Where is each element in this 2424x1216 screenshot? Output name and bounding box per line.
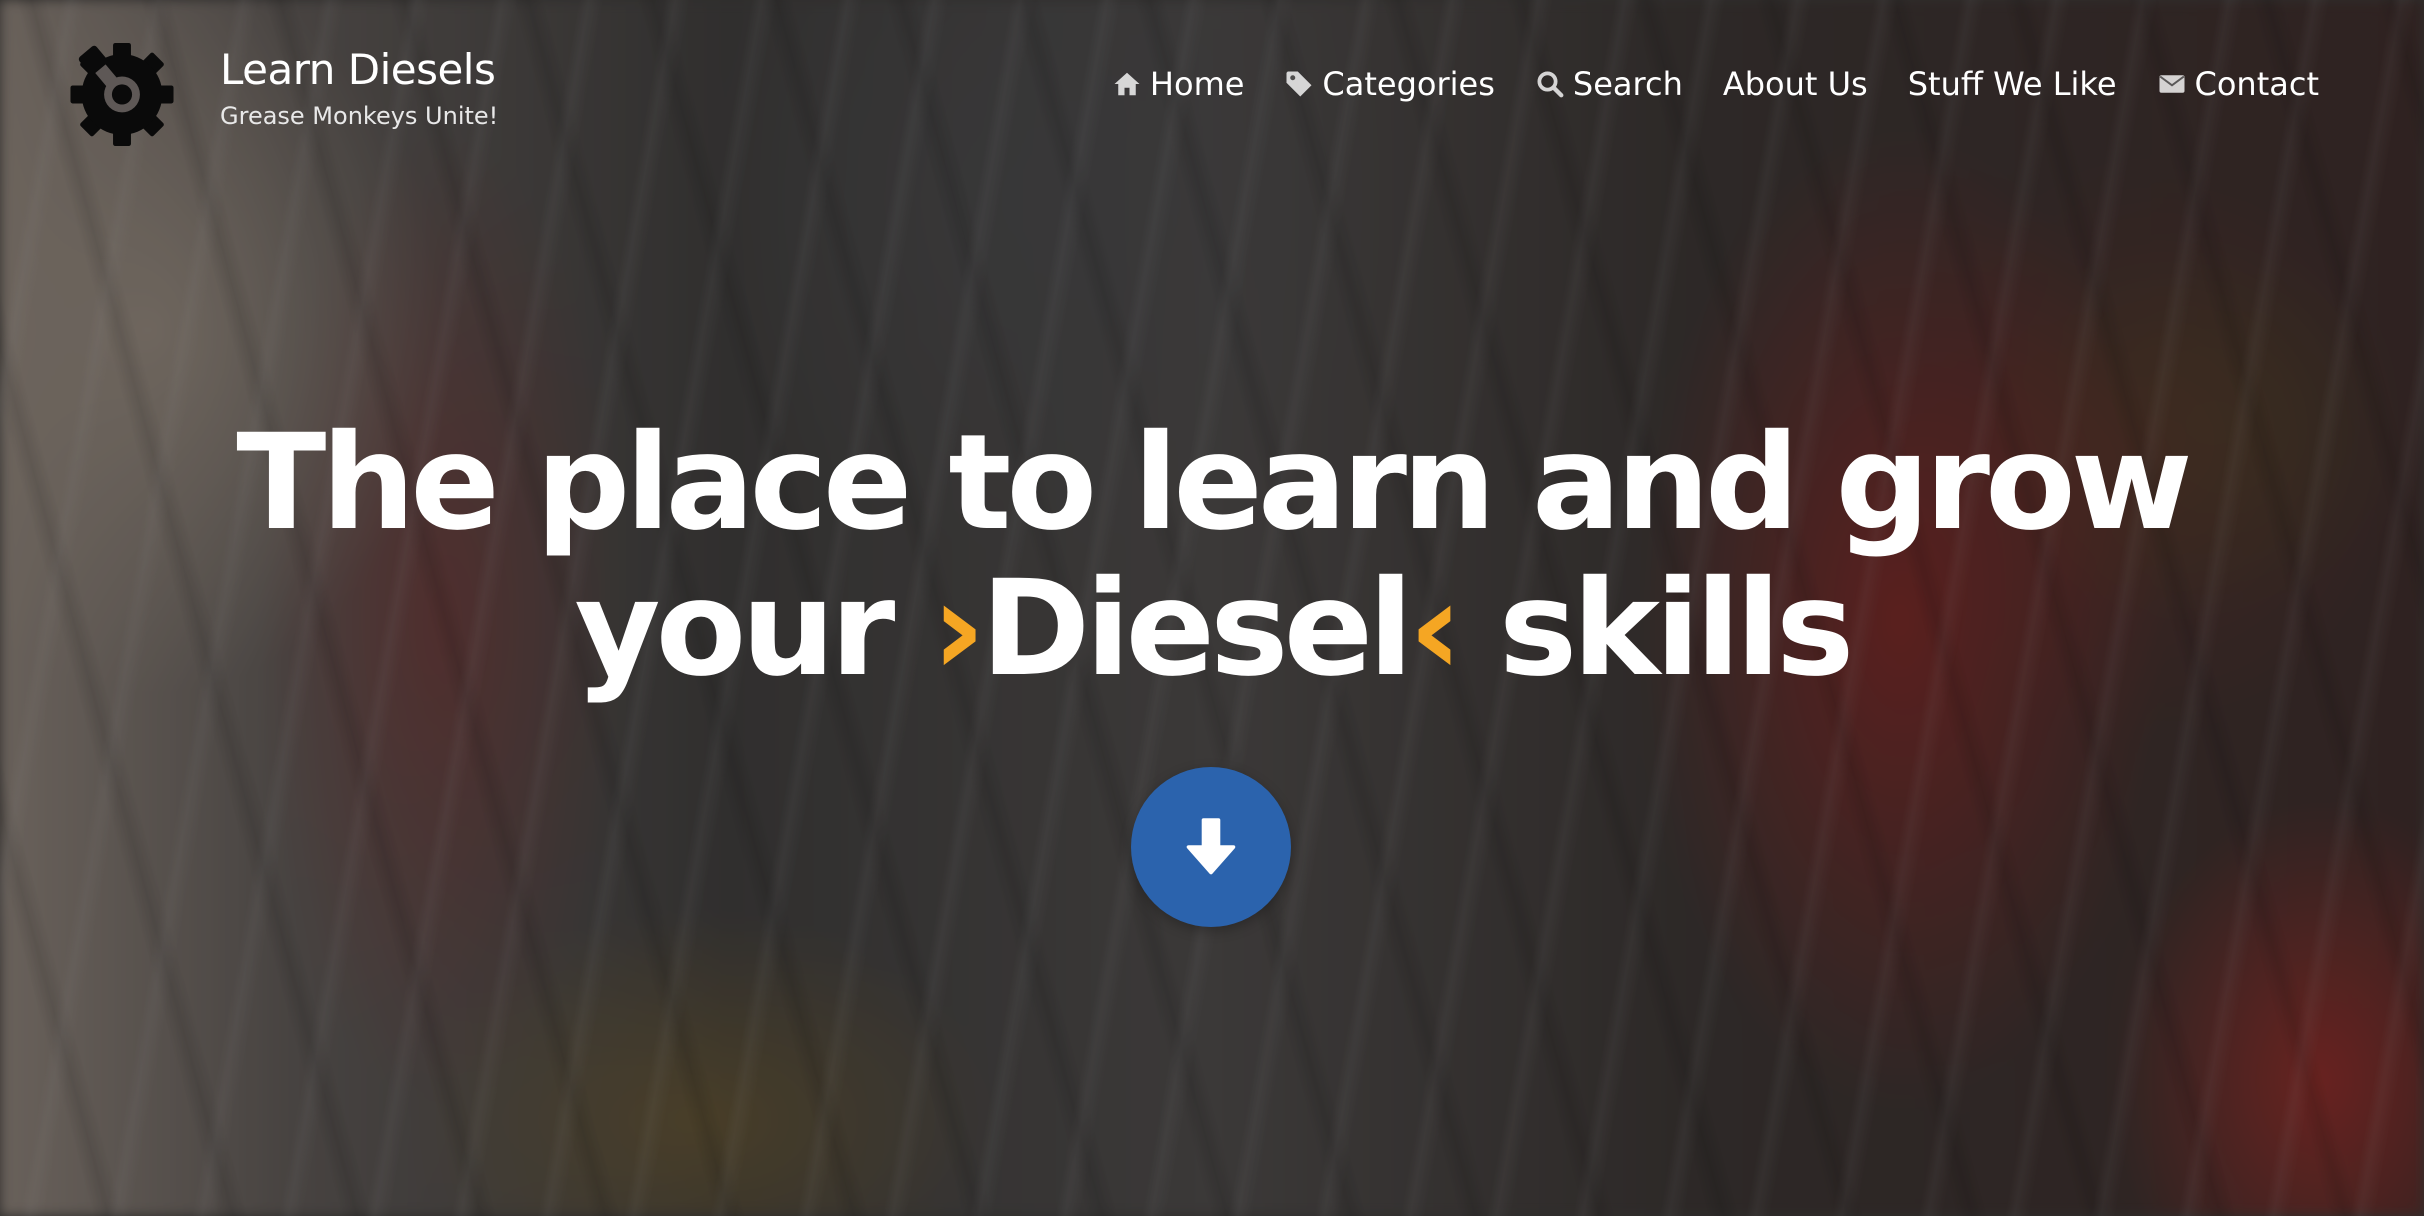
brand-text: Learn Diesels Grease Monkeys Unite! (220, 44, 498, 132)
site-tagline: Grease Monkeys Unite! (220, 102, 499, 130)
accent-close-chevron: ‹ (1408, 552, 1462, 706)
hero-headline-line-1: The place to learn and grow (236, 406, 2192, 560)
nav-item-home[interactable]: Home (1112, 62, 1245, 106)
nav-item-label: Search (1572, 65, 1683, 103)
nav-item-categories[interactable]: Categories (1284, 62, 1495, 106)
scroll-down-button[interactable] (1131, 767, 1291, 927)
nav-item-search[interactable]: Search (1535, 62, 1683, 106)
nav-item-contact[interactable]: Contact (2157, 62, 2320, 106)
tag-icon (1284, 69, 1314, 99)
headline-prefix: your (574, 552, 932, 706)
nav-item-label: Stuff We Like (1907, 65, 2117, 103)
nav-item-label: Contact (2194, 65, 2320, 103)
nav-item-label: About Us (1722, 65, 1868, 103)
nav-item-stuff-we-like[interactable]: Stuff We Like (1908, 62, 2117, 106)
search-icon (1535, 69, 1565, 99)
hero-headline-line-2: your ›Diesel‹ skills (0, 556, 2424, 702)
gear-wrench-icon (70, 42, 174, 146)
site-brand[interactable]: Learn Diesels Grease Monkeys Unite! (66, 34, 498, 146)
nav-item-about-us[interactable]: About Us (1723, 62, 1868, 106)
nav-item-label: Home (1149, 65, 1245, 103)
nav-item-label: Categories (1322, 65, 1495, 103)
headline-highlight: Diesel (980, 552, 1414, 706)
hero-section: Learn Diesels Grease Monkeys Unite! Home… (0, 0, 2424, 1216)
accent-open-chevron: › (931, 552, 985, 706)
hero-headline: The place to learn and grow your ›Diesel… (0, 410, 2424, 702)
envelope-icon (2157, 69, 2187, 99)
headline-suffix: skills (1457, 552, 1855, 706)
site-title[interactable]: Learn Diesels (220, 44, 498, 96)
main-navigation: Home Categories Search About Us Stuff We… (1072, 62, 2319, 106)
arrow-down-icon (1186, 818, 1236, 875)
home-icon (1112, 69, 1142, 99)
